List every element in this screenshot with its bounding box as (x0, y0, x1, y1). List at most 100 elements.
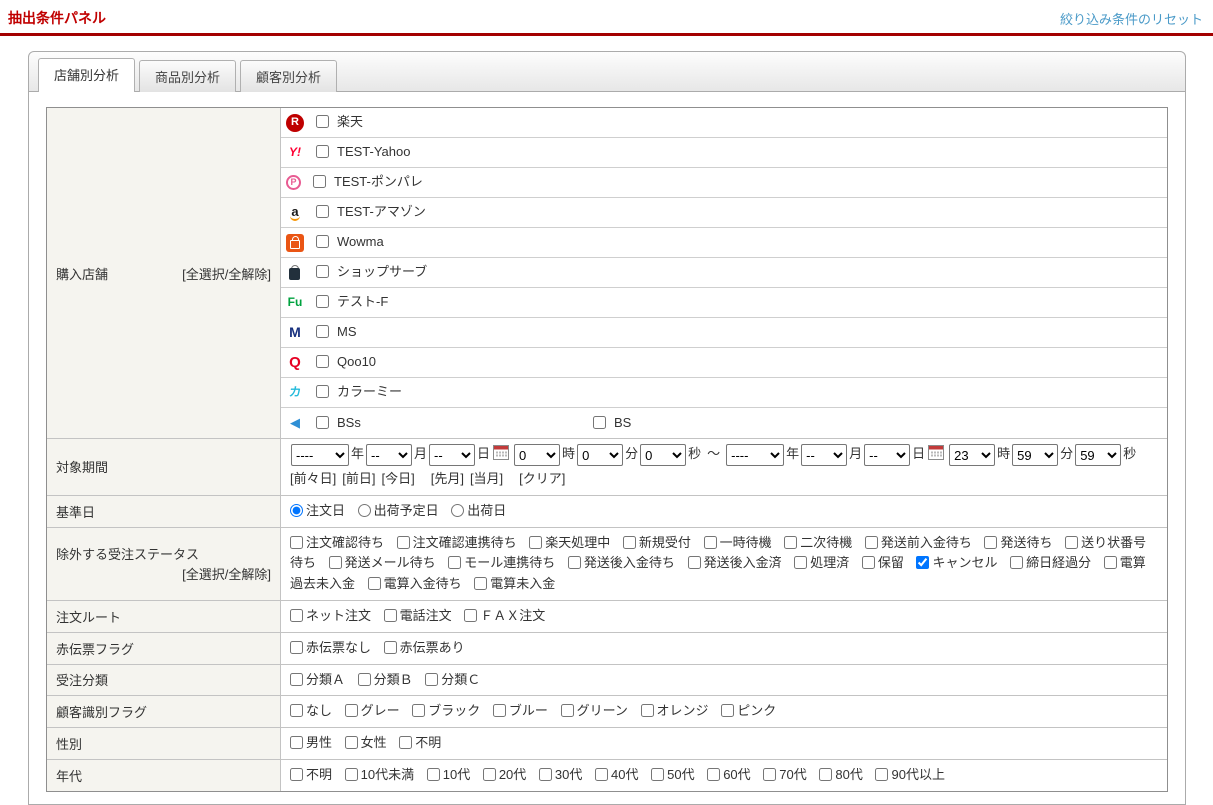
checkbox[interactable] (794, 556, 808, 570)
checkbox[interactable] (425, 672, 439, 686)
checkbox[interactable] (344, 704, 358, 718)
checkbox-option[interactable]: 電算入金待ち (367, 576, 462, 591)
checkbox-option[interactable]: グリーン (560, 703, 628, 718)
store-checkbox[interactable] (316, 295, 329, 309)
checkbox[interactable] (707, 767, 721, 781)
checkbox[interactable] (1065, 535, 1079, 549)
checkbox-option[interactable]: ブラック (412, 703, 480, 718)
tab[interactable]: 顧客別分析 (240, 60, 338, 92)
checkbox[interactable] (426, 767, 440, 781)
to-second-select[interactable]: 59 (1075, 444, 1122, 466)
select-all-link[interactable]: [全選択/全解除] (182, 567, 271, 582)
radio-button[interactable] (290, 503, 303, 517)
store-checkbox[interactable] (316, 415, 329, 429)
store-checkbox[interactable] (316, 145, 329, 159)
tab[interactable]: 商品別分析 (139, 60, 237, 92)
to-hour-select[interactable]: 23 (949, 444, 996, 466)
store-checkbox-option[interactable]: Qoo10 (316, 352, 376, 373)
checkbox[interactable] (721, 704, 735, 718)
checkbox-option[interactable]: 70代 (763, 767, 807, 782)
checkbox[interactable] (875, 767, 889, 781)
checkbox-option[interactable]: 二次待機 (784, 535, 852, 550)
checkbox[interactable] (651, 767, 665, 781)
checkbox-option[interactable]: なし (290, 703, 332, 718)
store-checkbox[interactable] (316, 235, 329, 249)
store-checkbox-option[interactable]: 楽天 (316, 112, 363, 133)
checkbox[interactable] (703, 535, 717, 549)
checkbox-option[interactable]: 電算未入金 (474, 576, 555, 591)
checkbox[interactable] (290, 535, 303, 549)
checkbox[interactable] (567, 556, 581, 570)
checkbox[interactable] (396, 535, 410, 549)
checkbox[interactable] (290, 608, 303, 622)
checkbox-option[interactable]: 締日経過分 (1010, 555, 1091, 570)
checkbox[interactable] (290, 736, 303, 750)
radio-button[interactable] (451, 503, 465, 517)
checkbox-option[interactable]: 50代 (651, 767, 695, 782)
checkbox[interactable] (538, 767, 552, 781)
store-checkbox-option[interactable]: BSs (316, 413, 361, 434)
store-checkbox[interactable] (593, 415, 606, 429)
checkbox[interactable] (290, 640, 303, 654)
store-checkbox[interactable] (316, 205, 329, 219)
to-year-select[interactable]: ---- (726, 444, 785, 466)
radio-button[interactable] (357, 503, 371, 517)
checkbox[interactable] (916, 556, 930, 570)
store-checkbox[interactable] (316, 355, 329, 369)
checkbox-option[interactable]: 楽天処理中 (529, 535, 610, 550)
checkbox-option[interactable]: オレンジ (640, 703, 709, 718)
checkbox-option[interactable]: 80代 (819, 767, 863, 782)
checkbox-option[interactable]: ネット注文 (290, 608, 371, 623)
checkbox-option[interactable]: 注文確認待ち (290, 535, 384, 550)
to-month-select[interactable]: -- (801, 444, 848, 466)
store-checkbox-option[interactable]: カラーミー (316, 382, 402, 403)
checkbox[interactable] (383, 640, 397, 654)
checkbox[interactable] (383, 608, 397, 622)
checkbox-option[interactable]: 60代 (707, 767, 751, 782)
from-day-select[interactable]: -- (429, 444, 476, 466)
checkbox[interactable] (367, 577, 381, 591)
checkbox[interactable] (464, 608, 478, 622)
store-checkbox-option[interactable]: TEST-ポンパレ (313, 172, 423, 193)
checkbox-option[interactable]: 発送メール待ち (328, 555, 436, 570)
store-checkbox-option[interactable]: テスト-F (316, 292, 388, 313)
checkbox-option[interactable]: 発送前入金待ち (864, 535, 972, 550)
checkbox[interactable] (328, 556, 342, 570)
checkbox[interactable] (640, 704, 654, 718)
quick-link[interactable]: [クリア] (519, 471, 565, 486)
checkbox[interactable] (357, 672, 371, 686)
checkbox[interactable] (864, 535, 878, 549)
radio-option[interactable]: 注文日 (290, 503, 345, 518)
checkbox-option[interactable]: 処理済 (794, 555, 849, 570)
from-second-select[interactable]: 0 (640, 444, 687, 466)
checkbox-option[interactable]: 注文確認連携待ち (396, 535, 517, 550)
checkbox-option[interactable]: ブルー (492, 703, 548, 718)
quick-link[interactable]: [先月] (431, 471, 464, 486)
radio-option[interactable]: 出荷予定日 (357, 503, 439, 518)
calendar-icon[interactable] (493, 445, 510, 461)
tab[interactable]: 店舗別分析 (38, 58, 136, 92)
checkbox[interactable] (560, 704, 574, 718)
checkbox[interactable] (784, 535, 798, 549)
from-year-select[interactable]: ---- (291, 444, 349, 466)
checkbox[interactable] (448, 556, 462, 570)
calendar-icon[interactable] (928, 445, 945, 461)
checkbox[interactable] (344, 736, 358, 750)
from-hour-select[interactable]: 0 (514, 444, 561, 466)
checkbox[interactable] (819, 767, 833, 781)
reset-conditions-link[interactable]: 絞り込み条件のリセット (1060, 9, 1203, 28)
quick-link[interactable]: [前々日] (290, 471, 336, 486)
checkbox-option[interactable]: 発送後入金待ち (567, 555, 675, 570)
checkbox-option[interactable]: ピンク (721, 703, 776, 718)
checkbox-option[interactable]: 赤伝票なし (290, 640, 371, 655)
store-checkbox[interactable] (316, 115, 329, 129)
checkbox-option[interactable]: 不明 (290, 767, 332, 782)
checkbox[interactable] (474, 577, 488, 591)
checkbox-option[interactable]: 10代未満 (344, 767, 414, 782)
select-all-link[interactable]: [全選択/全解除] (182, 264, 271, 283)
checkbox-option[interactable]: 男性 (290, 735, 332, 750)
store-checkbox-option-secondary[interactable]: BS (593, 413, 631, 434)
store-checkbox-option[interactable]: TEST-アマゾン (316, 202, 426, 223)
checkbox-option[interactable]: 30代 (538, 767, 582, 782)
checkbox-option[interactable]: 分類Ａ (290, 672, 345, 687)
